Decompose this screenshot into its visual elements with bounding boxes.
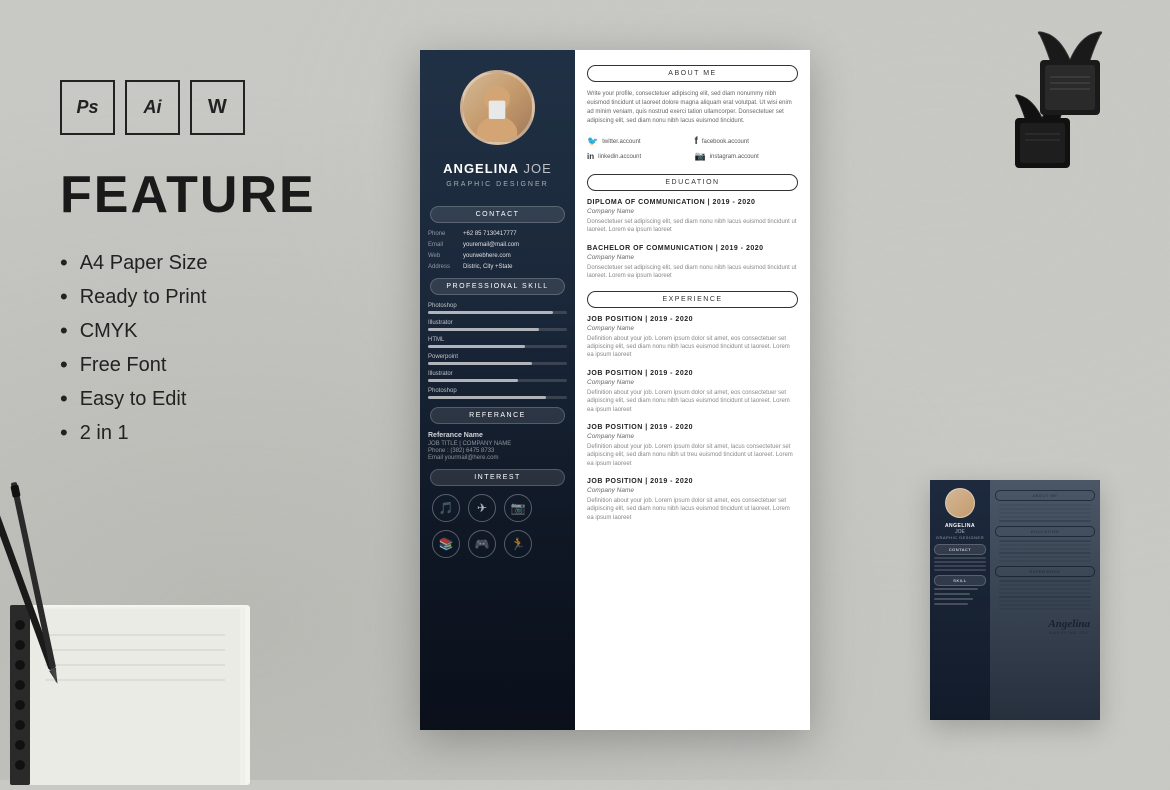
cv-thumb-left: ANGELINA JOE GRAPHIC DESIGNER CONTACT SK…: [930, 480, 990, 720]
feature-item-2: Ready to Print: [60, 284, 400, 310]
left-section: Ps Ai W FEATURE A4 Paper Size Ready to P…: [60, 80, 400, 454]
feature-title: FEATURE: [60, 165, 400, 225]
feature-item-6: 2 in 1: [60, 420, 400, 446]
cv-skills-bar: PROFESSIONAL SKILL: [430, 278, 565, 295]
thumb-avatar: [945, 488, 975, 518]
cv-exp-3: JOB POSITION | 2019 - 2020 Company Name …: [587, 424, 798, 468]
social-instagram: 📷 instagram.account: [695, 151, 799, 162]
cv-skills: Photoshop Illustrator HTML Powerpoint Il…: [420, 303, 575, 399]
contact-email: Email youremail@mail.com: [428, 242, 567, 248]
social-linkedin: in linkedin.account: [587, 151, 691, 162]
cv-contact-info: Phone +62 85 7130417777 Email youremail@…: [420, 231, 575, 270]
cv-left-panel: ANGELINA JOE GRAPHIC DESIGNER CONTACT Ph…: [420, 50, 575, 730]
avatar-circle: [460, 70, 535, 145]
cv-edu-1: DIPLOMA OF COMMUNICATION | 2019 - 2020 C…: [587, 199, 798, 235]
skill-photoshop2: Photoshop: [428, 388, 567, 399]
cv-right-panel: ABOUT ME Write your profile, consectetue…: [575, 50, 810, 730]
feature-list: A4 Paper Size Ready to Print CMYK Free F…: [60, 250, 400, 446]
cv-thumbnail: ANGELINA JOE GRAPHIC DESIGNER CONTACT SK…: [930, 480, 1100, 720]
instagram-icon: 📷: [695, 151, 706, 162]
skill-photoshop: Photoshop: [428, 303, 567, 314]
thumb-name: ANGELINA JOE GRAPHIC DESIGNER: [930, 523, 990, 540]
interest-icon-3: 📷: [504, 494, 532, 522]
skill-illustrator: Illustrator: [428, 320, 567, 331]
feature-item-4: Free Font: [60, 352, 400, 378]
feature-item-3: CMYK: [60, 318, 400, 344]
skill-html: HTML: [428, 337, 567, 348]
cv-interests: 🎵 ✈ 📷 📚 🎮 🏃: [420, 494, 575, 558]
cv-education-bar: EDUCATION: [587, 174, 798, 191]
cv-about-bar: ABOUT ME: [587, 65, 798, 82]
thumb-contact-bar: CONTACT: [934, 544, 986, 555]
cv-name: ANGELINA JOE GRAPHIC DESIGNER: [420, 160, 575, 198]
cv-referance: Referance Name JOB TITLE | COMPANY NAME …: [420, 432, 575, 461]
cv-edu-2: BACHELOR OF COMMUNICATION | 2019 - 2020 …: [587, 245, 798, 281]
twitter-icon: 🐦: [587, 136, 598, 147]
software-icons: Ps Ai W: [60, 80, 400, 135]
cv-experience-bar: EXPERIENCE: [587, 291, 798, 308]
feature-item-1: A4 Paper Size: [60, 250, 400, 276]
linkedin-icon: in: [587, 152, 594, 161]
skill-powerpoint: Powerpoint: [428, 354, 567, 365]
photoshop-icon: Ps: [60, 80, 115, 135]
cv-exp-1: JOB POSITION | 2019 - 2020 Company Name …: [587, 316, 798, 360]
cv-avatar: [420, 50, 575, 145]
binder-clip-decoration: [1025, 25, 1115, 140]
interest-icon-1: 🎵: [432, 494, 460, 522]
social-twitter: 🐦 twitter.account: [587, 136, 691, 147]
contact-phone: Phone +62 85 7130417777: [428, 231, 567, 237]
thumb-skill-bar: SKILL: [934, 575, 986, 586]
interest-icon-5: 🎮: [468, 530, 496, 558]
contact-web: Web yourwebhere.com: [428, 253, 567, 259]
cv-interest-bar: INTEREST: [430, 469, 565, 486]
cv-about-text: Write your profile, consectetuer adipisc…: [587, 90, 798, 126]
cv-exp-2: JOB POSITION | 2019 - 2020 Company Name …: [587, 370, 798, 414]
interest-icon-2: ✈: [468, 494, 496, 522]
facebook-icon: f: [695, 136, 698, 147]
interest-icon-4: 📚: [432, 530, 460, 558]
feature-item-5: Easy to Edit: [60, 386, 400, 412]
contact-address: Address Distric, City +State: [428, 264, 567, 270]
cv-main: ANGELINA JOE GRAPHIC DESIGNER CONTACT Ph…: [420, 50, 810, 730]
cv-ref-bar: REFERANCE: [430, 407, 565, 424]
cv-contact-bar: CONTACT: [430, 206, 565, 223]
skill-illustrator2: Illustrator: [428, 371, 567, 382]
social-facebook: f facebook.account: [695, 136, 799, 147]
word-icon: W: [190, 80, 245, 135]
cv-exp-4: JOB POSITION | 2019 - 2020 Company Name …: [587, 478, 798, 522]
illustrator-icon: Ai: [125, 80, 180, 135]
interest-icon-6: 🏃: [504, 530, 532, 558]
cv-social: 🐦 twitter.account f facebook.account in …: [587, 136, 798, 162]
